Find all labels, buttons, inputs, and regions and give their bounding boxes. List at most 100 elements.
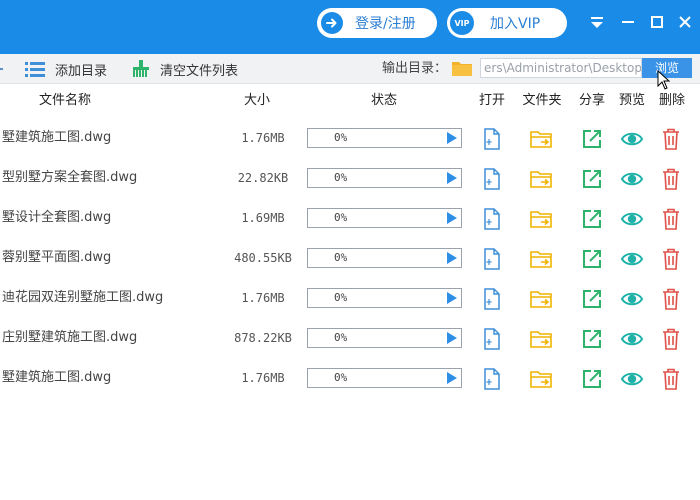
login-register-label: 登录/注册 (355, 16, 416, 32)
header-preview: 预览 (618, 93, 645, 108)
toolbar-partial-icon (0, 54, 4, 84)
open-file-icon[interactable] (480, 247, 504, 271)
open-file-icon[interactable] (480, 367, 504, 391)
table-row: 墅建筑施工图.dwg 1.76MB 0% (0, 358, 700, 398)
delete-trash-icon[interactable] (660, 247, 684, 271)
file-size: 1.76MB (241, 371, 285, 385)
login-arrow-icon (321, 12, 343, 34)
open-folder-icon[interactable] (529, 327, 553, 351)
progress-bar: 0% (307, 168, 462, 188)
header-size: 大小 (243, 93, 270, 108)
open-file-icon[interactable] (480, 207, 504, 231)
start-convert-icon[interactable] (447, 332, 457, 344)
progress-bar: 0% (307, 208, 462, 228)
file-size: 1.76MB (241, 131, 285, 145)
preview-eye-icon[interactable] (620, 167, 644, 191)
open-folder-icon[interactable] (529, 247, 553, 271)
open-file-icon[interactable] (480, 287, 504, 311)
header-folder: 文件夹 (522, 93, 562, 108)
open-file-icon[interactable] (480, 167, 504, 191)
open-file-icon[interactable] (480, 327, 504, 351)
start-convert-icon[interactable] (447, 372, 457, 384)
share-icon[interactable] (580, 127, 604, 151)
preview-eye-icon[interactable] (620, 207, 644, 231)
close-icon[interactable] (673, 10, 697, 34)
preview-eye-icon[interactable] (620, 127, 644, 151)
table-row: 墅设计全套图.dwg 1.69MB 0% (0, 198, 700, 238)
progress-percent: 0% (334, 331, 348, 344)
start-convert-icon[interactable] (447, 292, 457, 304)
share-icon[interactable] (580, 167, 604, 191)
file-name: 蓉别墅平面图.dwg (2, 250, 112, 265)
menu-icon[interactable] (585, 10, 609, 34)
file-name: 墅建筑施工图.dwg (2, 370, 112, 385)
delete-trash-icon[interactable] (660, 127, 684, 151)
table-row: 墅建筑施工图.dwg 1.76MB 0% (0, 118, 700, 158)
preview-eye-icon[interactable] (620, 327, 644, 351)
share-icon[interactable] (580, 287, 604, 311)
share-icon[interactable] (580, 327, 604, 351)
share-icon[interactable] (580, 207, 604, 231)
open-file-icon[interactable] (480, 127, 504, 151)
open-folder-icon[interactable] (529, 287, 553, 311)
progress-percent: 0% (334, 291, 348, 304)
file-name: 庄别墅建筑施工图.dwg (2, 330, 138, 345)
file-name: 墅设计全套图.dwg (2, 210, 112, 225)
progress-percent: 0% (334, 131, 348, 144)
start-convert-icon[interactable] (447, 212, 457, 224)
output-path-field[interactable]: ers\Administrator\Desktop (480, 58, 642, 78)
file-size: 878.22KB (234, 331, 292, 345)
maximize-icon[interactable] (645, 10, 669, 34)
file-size: 480.55KB (234, 251, 292, 265)
minimize-icon[interactable] (616, 10, 640, 34)
start-convert-icon[interactable] (447, 252, 457, 264)
file-name: 墅建筑施工图.dwg (2, 130, 112, 145)
clear-file-list-button[interactable]: 清空文件列表 (131, 54, 238, 84)
list-icon (25, 61, 47, 77)
header-share: 分享 (578, 93, 605, 108)
delete-trash-icon[interactable] (660, 207, 684, 231)
preview-eye-icon[interactable] (620, 287, 644, 311)
header-open: 打开 (478, 93, 505, 108)
preview-eye-icon[interactable] (620, 367, 644, 391)
file-size: 1.76MB (241, 291, 285, 305)
preview-eye-icon[interactable] (620, 247, 644, 271)
share-icon[interactable] (580, 367, 604, 391)
progress-percent: 0% (334, 211, 348, 224)
open-folder-icon[interactable] (529, 127, 553, 151)
delete-trash-icon[interactable] (660, 327, 684, 351)
progress-percent: 0% (334, 251, 348, 264)
vip-badge-icon: VIP (450, 11, 474, 35)
broom-icon (131, 60, 151, 78)
delete-trash-icon[interactable] (660, 287, 684, 311)
progress-percent: 0% (334, 371, 348, 384)
open-folder-icon[interactable] (529, 167, 553, 191)
table-row: 型别墅方案全套图.dwg 22.82KB 0% (0, 158, 700, 198)
file-name: 迪花园双连别墅施工图.dwg (2, 290, 164, 305)
delete-trash-icon[interactable] (660, 367, 684, 391)
progress-bar: 0% (307, 128, 462, 148)
table-row: 蓉别墅平面图.dwg 480.55KB 0% (0, 238, 700, 278)
open-folder-icon[interactable] (529, 367, 553, 391)
add-directory-label: 添加目录 (55, 63, 108, 79)
progress-bar: 0% (307, 248, 462, 268)
start-convert-icon[interactable] (447, 132, 457, 144)
progress-bar: 0% (307, 328, 462, 348)
table-header: 文件名称 大小 状态 打开 文件夹 分享 预览 删除 (0, 84, 700, 118)
header-file-name: 文件名称 (38, 93, 91, 108)
join-vip-label: 加入VIP (490, 16, 541, 32)
header-status: 状态 (370, 93, 397, 108)
header-delete: 删除 (658, 93, 685, 108)
open-folder-icon[interactable] (529, 207, 553, 231)
progress-percent: 0% (334, 171, 348, 184)
file-size: 1.69MB (241, 211, 285, 225)
delete-trash-icon[interactable] (660, 167, 684, 191)
start-convert-icon[interactable] (447, 172, 457, 184)
join-vip-button[interactable]: VIP 加入VIP (447, 8, 567, 38)
folder-icon[interactable] (452, 60, 472, 76)
file-name: 型别墅方案全套图.dwg (2, 170, 138, 185)
login-register-button[interactable]: 登录/注册 (317, 8, 437, 38)
file-size: 22.82KB (237, 171, 289, 185)
share-icon[interactable] (580, 247, 604, 271)
add-directory-button[interactable]: 添加目录 (25, 54, 107, 84)
